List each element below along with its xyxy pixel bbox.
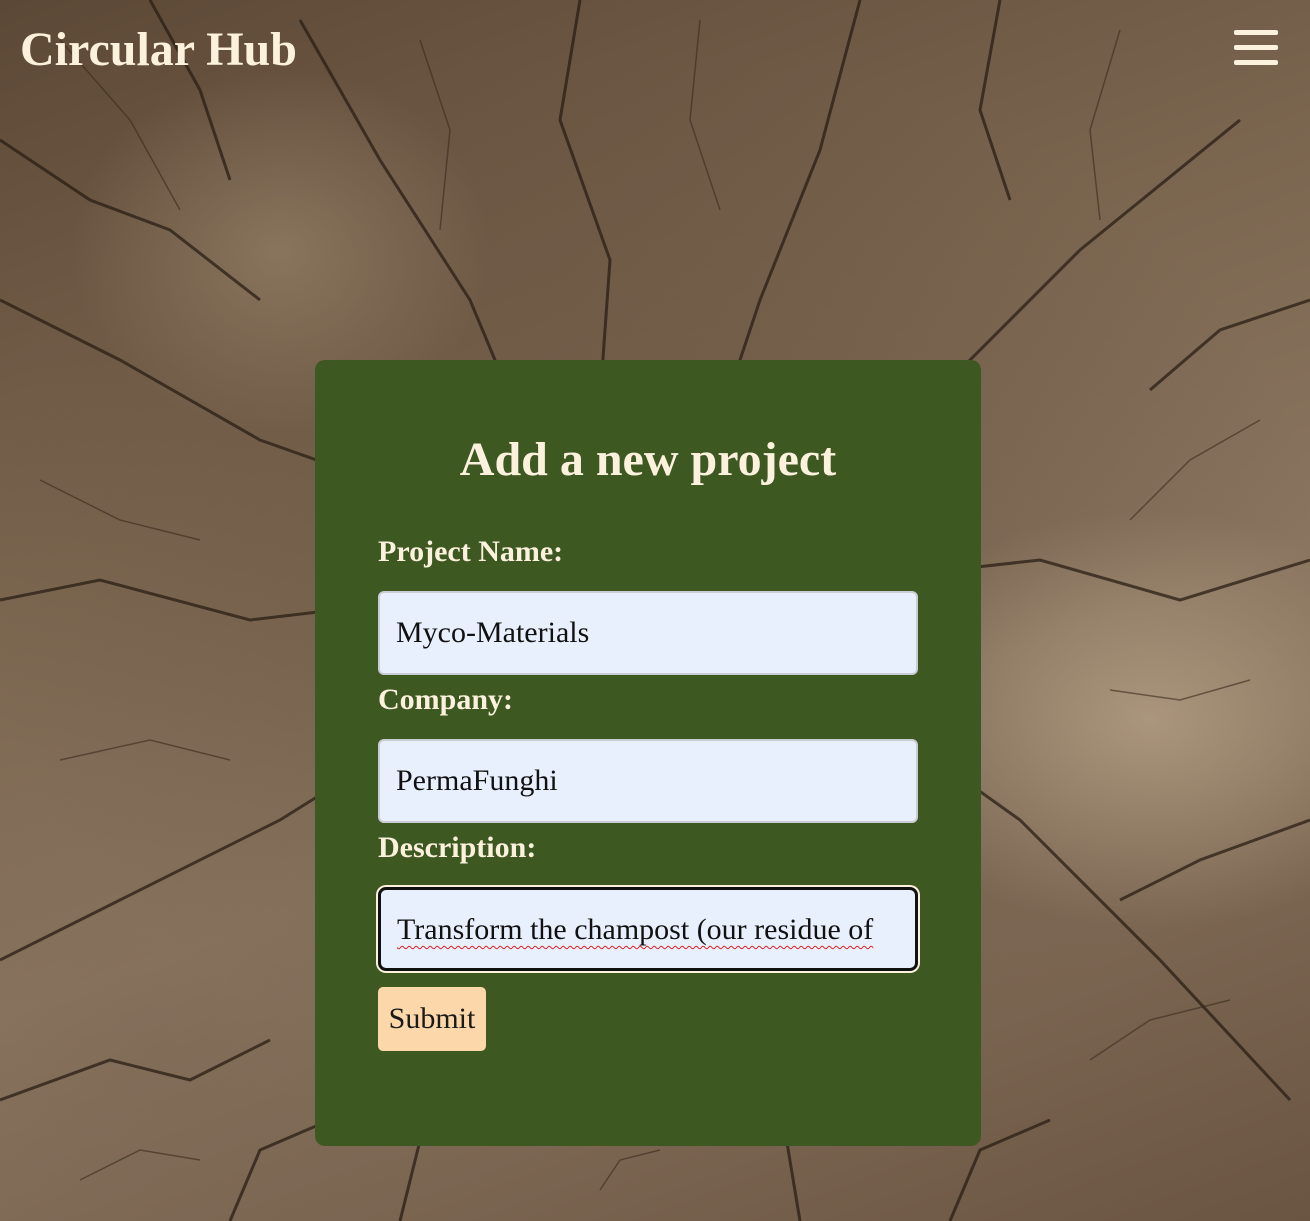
company-input[interactable]: PermaFunghi xyxy=(378,739,918,823)
hamburger-menu-icon[interactable] xyxy=(1234,28,1278,68)
project-name-input[interactable]: Myco-Materials xyxy=(378,591,918,675)
menu-bar-bottom xyxy=(1234,60,1278,65)
form-title: Add a new project xyxy=(459,433,837,486)
company-label: Company: xyxy=(378,683,514,716)
description-input[interactable]: Transform the champost (our residue of xyxy=(378,887,918,971)
description-value: Transform the champost (our residue of xyxy=(397,913,874,946)
project-name-value: Myco-Materials xyxy=(396,616,590,649)
project-name-label: Project Name: xyxy=(378,535,564,568)
add-project-form: Add a new project Project Name: Myco-Mat… xyxy=(315,360,981,1146)
description-label: Description: xyxy=(378,831,537,864)
site-brand-title[interactable]: Circular Hub xyxy=(20,22,297,78)
menu-bar-middle xyxy=(1234,45,1278,50)
menu-bar-top xyxy=(1234,30,1278,35)
submit-button[interactable]: Submit xyxy=(378,987,486,1051)
company-value: PermaFunghi xyxy=(396,764,558,797)
